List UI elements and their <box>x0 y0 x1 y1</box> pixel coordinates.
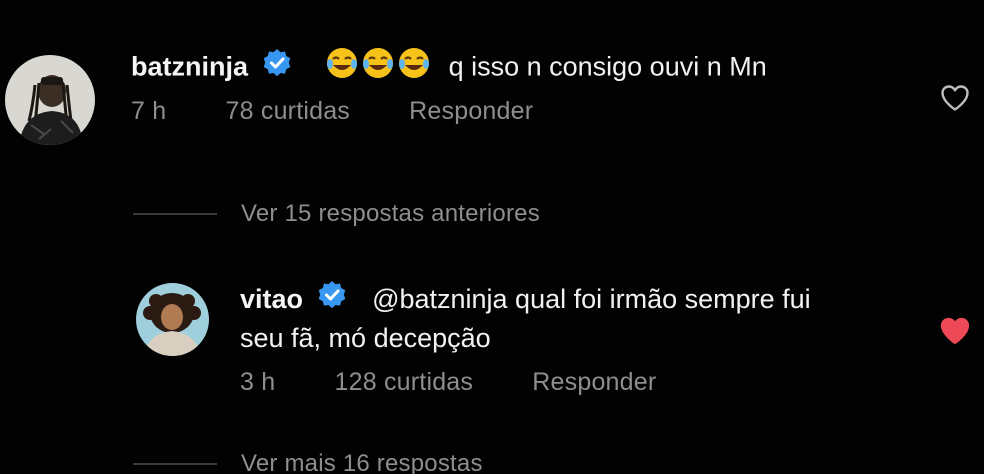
face-with-tears-of-joy-icon <box>361 46 395 91</box>
thread-line <box>133 213 217 215</box>
comment-meta: 7 h 78 curtidas Responder <box>131 97 585 126</box>
view-more-replies-button[interactable]: Ver mais 16 respostas <box>241 450 483 474</box>
comment-likes[interactable]: 78 curtidas <box>226 97 351 125</box>
face-with-tears-of-joy-icon <box>397 46 431 91</box>
verified-badge-icon <box>262 48 292 89</box>
reply-time: 3 h <box>240 368 276 396</box>
avatar-vitao[interactable] <box>136 283 209 356</box>
verified-badge-icon <box>317 280 347 321</box>
comment-header: batzninja q isso n consigo ouvi n Mn <box>131 46 767 86</box>
comment-time: 7 h <box>131 97 167 125</box>
view-previous-replies-button[interactable]: Ver 15 respostas anteriores <box>241 200 540 228</box>
reply-header: vitao @batzninja qual foi irmão sempre f… <box>240 279 811 319</box>
reply-text-line2: seu fã, mó decepção <box>240 323 491 353</box>
like-heart-filled-icon[interactable] <box>939 316 971 351</box>
reply-text-line1: @batzninja qual foi irmão sempre fui <box>372 284 811 314</box>
comment-reply-button[interactable]: Responder <box>409 97 533 125</box>
like-heart-outline-icon[interactable] <box>940 84 970 117</box>
comment-username[interactable]: batzninja <box>131 52 248 82</box>
reply-reply-button[interactable]: Responder <box>532 368 656 396</box>
reply-likes[interactable]: 128 curtidas <box>335 368 474 396</box>
thread-line <box>133 463 217 465</box>
reply-meta: 3 h 128 curtidas Responder <box>240 368 708 397</box>
avatar-batzninja[interactable] <box>5 55 95 145</box>
reply-username[interactable]: vitao <box>240 284 303 314</box>
comment-text: q isso n consigo ouvi n Mn <box>448 51 767 82</box>
face-with-tears-of-joy-icon <box>325 46 359 91</box>
comment-thread: batzninja q isso n consigo ouvi n Mn 7 h… <box>0 0 984 474</box>
